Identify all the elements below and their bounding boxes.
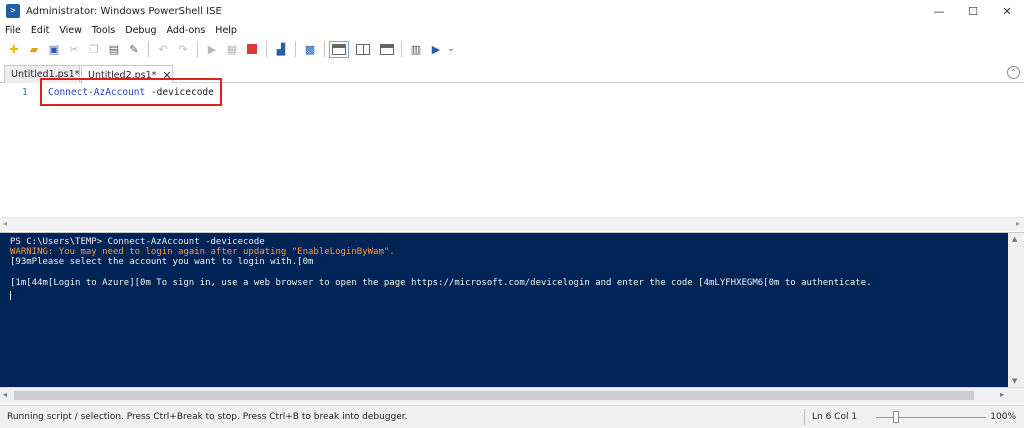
run-script-icon[interactable]: ▶ (202, 40, 222, 58)
toolbar-separator (324, 41, 325, 57)
status-separator (804, 409, 805, 425)
line-number: 1 (22, 87, 28, 98)
text-cursor (10, 291, 11, 300)
title-bar: > Administrator: Windows PowerShell ISE … (0, 0, 1024, 22)
toolbar-overflow-icon[interactable]: ⌄ (446, 40, 456, 58)
menu-view[interactable]: View (54, 25, 87, 36)
menu-addons[interactable]: Add-ons (162, 25, 211, 36)
menu-edit[interactable]: Edit (26, 25, 54, 36)
remote-powershell-icon[interactable]: ▟ (271, 40, 291, 58)
console-vertical-scrollbar[interactable]: ▲ ▼ (1008, 233, 1024, 387)
menu-debug[interactable]: Debug (120, 25, 161, 36)
menu-bar: File Edit View Tools Debug Add-ons Help (0, 23, 242, 38)
show-script-pane-top-icon[interactable] (329, 40, 349, 58)
console-line: [1m[44m[Login to Azure][0m To sign in, u… (10, 278, 872, 288)
undo-icon[interactable]: ↶ (153, 40, 173, 58)
powershell-ise-icon: > (6, 4, 20, 18)
scroll-right-icon[interactable]: ▸ (1000, 390, 1004, 399)
console-horizontal-scrollbar[interactable]: ◂ ▸ (0, 387, 1024, 403)
redo-icon[interactable]: ↷ (173, 40, 193, 58)
scrollbar-thumb[interactable] (14, 391, 974, 400)
toolbar-separator (266, 41, 267, 57)
scroll-up-icon[interactable]: ▲ (1012, 235, 1017, 243)
zoom-level: 100% (990, 412, 1016, 422)
start-powershell-icon[interactable]: ▩ (300, 40, 320, 58)
menu-tools[interactable]: Tools (87, 25, 120, 36)
status-bar: Running script / selection. Press Ctrl+B… (0, 405, 1024, 428)
clear-console-icon[interactable]: ✎ (124, 40, 144, 58)
console-warning-line: WARNING: You may need to login again aft… (10, 247, 395, 257)
paste-icon[interactable]: ▤ (104, 40, 124, 58)
copy-icon[interactable]: ❐ (84, 40, 104, 58)
status-message: Running script / selection. Press Ctrl+B… (7, 412, 408, 422)
toolbar-separator (401, 41, 402, 57)
new-file-icon[interactable]: ✚ (4, 40, 24, 58)
stop-icon[interactable] (242, 40, 262, 58)
show-script-pane-right-icon[interactable] (353, 40, 373, 58)
close-button[interactable]: ✕ (990, 0, 1024, 22)
open-folder-icon[interactable]: ▰ (24, 40, 44, 58)
scroll-right-icon[interactable]: ▸ (1016, 219, 1020, 228)
minimize-button[interactable]: — (922, 0, 956, 22)
cut-icon[interactable]: ✂ (64, 40, 84, 58)
show-script-pane-maximized-icon[interactable] (377, 40, 397, 58)
scroll-left-icon[interactable]: ◂ (3, 390, 7, 399)
console-line: [93mPlease select the account you want t… (10, 257, 314, 267)
window-controls: — ☐ ✕ (922, 0, 1024, 22)
collapse-script-pane-icon[interactable]: ⌃ (1007, 66, 1020, 79)
toolbar-separator (295, 41, 296, 57)
menu-file[interactable]: File (0, 25, 26, 36)
scroll-left-icon[interactable]: ◂ (3, 219, 7, 228)
show-command-window-icon[interactable]: ▥ (406, 40, 426, 58)
zoom-slider-thumb[interactable] (892, 411, 899, 423)
highlight-box (40, 78, 222, 106)
run-selection-icon[interactable]: ▦ (222, 40, 242, 58)
script-pane[interactable]: 1 Connect-AzAccount -devicecode ◂ ▸ (0, 78, 1024, 232)
toolbar-separator (197, 41, 198, 57)
save-icon[interactable]: ▣ (44, 40, 64, 58)
toolbar: ✚ ▰ ▣ ✂ ❐ ▤ ✎ ↶ ↷ ▶ ▦ ▟ ▩ ▥ ▶ ⌄ (0, 38, 1024, 60)
console-line: PS C:\Users\TEMP> Connect-AzAccount -dev… (10, 237, 265, 247)
console-output[interactable]: PS C:\Users\TEMP> Connect-AzAccount -dev… (0, 233, 1008, 387)
window-title: Administrator: Windows PowerShell ISE (26, 5, 222, 17)
scroll-down-icon[interactable]: ▼ (1012, 377, 1017, 385)
script-horizontal-scrollbar[interactable]: ◂ ▸ (0, 217, 1024, 231)
menu-help[interactable]: Help (210, 25, 242, 36)
cursor-position: Ln 6 Col 1 (812, 412, 858, 422)
maximize-button[interactable]: ☐ (956, 0, 990, 22)
show-command-addon-icon[interactable]: ▶ (426, 40, 446, 58)
console-pane[interactable]: PS C:\Users\TEMP> Connect-AzAccount -dev… (0, 232, 1024, 403)
toolbar-separator (148, 41, 149, 57)
